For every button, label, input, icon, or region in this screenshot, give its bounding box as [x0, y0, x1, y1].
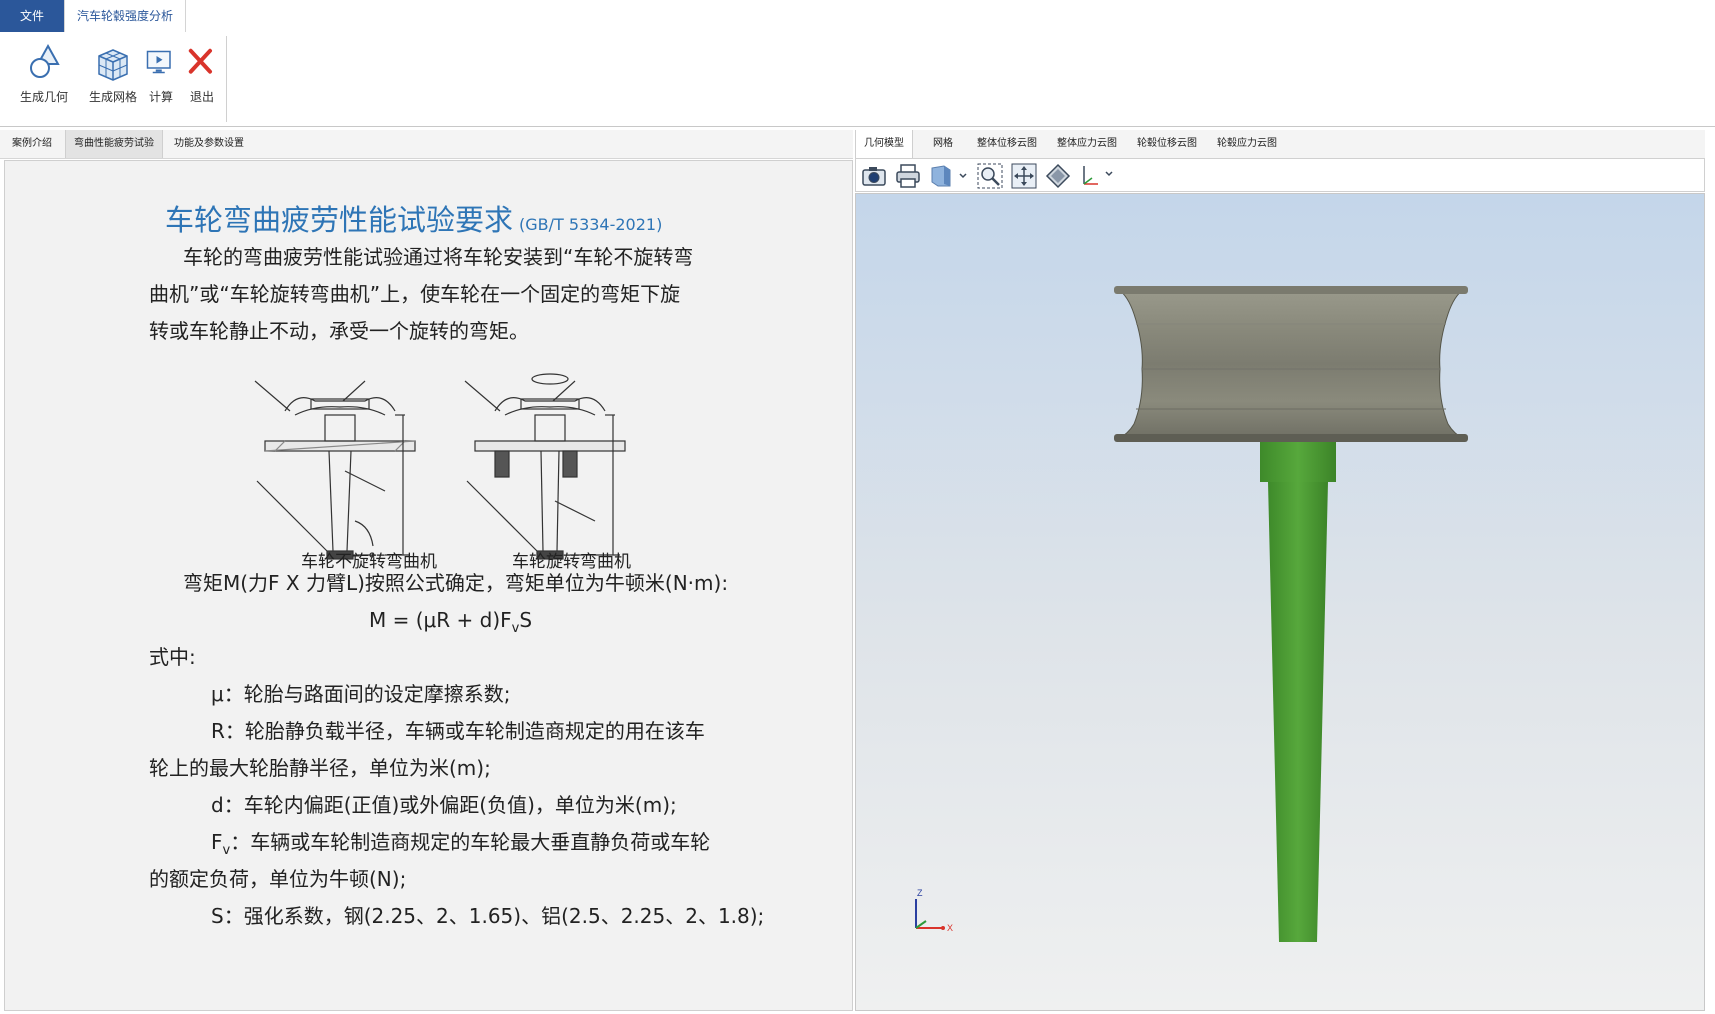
formula-suffix: S	[519, 608, 533, 632]
3d-viewport[interactable]: Z X	[855, 193, 1705, 1011]
rotating-machine-drawing	[464, 373, 626, 560]
mesh-cube-icon	[98, 49, 128, 81]
tab-wheel-analysis[interactable]: 汽车轮毂强度分析	[64, 0, 186, 33]
generate-mesh-button[interactable]: 生成网格	[82, 42, 144, 105]
camera-icon[interactable]	[860, 162, 888, 190]
view-toolbar	[855, 158, 1705, 192]
tab-case-intro[interactable]: 案例介绍	[4, 130, 60, 158]
ribbon-separator	[226, 36, 227, 122]
mu-definition: μ：轮胎与路面间的设定摩擦系数;	[211, 682, 511, 706]
monitor-play-icon	[146, 50, 171, 74]
tab-function-params[interactable]: 功能及参数设置	[166, 130, 252, 158]
view-cube-icon[interactable]	[928, 162, 972, 190]
tab-overall-displacement[interactable]: 整体位移云图	[969, 130, 1045, 158]
d-definition: d：车轮内偏距(正值)或外偏距(负值)，单位为米(m);	[211, 793, 677, 817]
generate-geometry-button[interactable]: 生成几何	[14, 42, 74, 105]
axis-triad: Z X	[915, 888, 953, 933]
tab-hub-displacement[interactable]: 轮毂位移云图	[1129, 130, 1205, 158]
rotate-icon[interactable]	[1044, 162, 1072, 190]
wheel-model[interactable]: Z X	[856, 194, 1705, 1011]
moment-description: 弯矩M(力F X 力臂L)按照公式确定，弯矩单位为牛顿米(N·m):	[183, 571, 729, 595]
close-icon	[188, 48, 212, 74]
tab-file[interactable]: 文件	[0, 0, 64, 32]
where-label: 式中:	[149, 645, 196, 669]
moment-formula: M = (μR + d)FvS	[369, 602, 532, 647]
geometry-icon	[30, 43, 60, 78]
tab-geometry-model[interactable]: 几何模型	[855, 130, 913, 158]
s-definition: S：强化系数，钢(2.25、2、1.65)、铝(2.5、2.25、2、1.8);	[211, 904, 765, 928]
axis-x-label: X	[947, 923, 953, 933]
bending-machine-figure	[254, 373, 626, 560]
formula-main: M = (μR + d)F	[369, 608, 512, 632]
right-margin	[1705, 130, 1715, 1014]
intro-line-3: 转或车轮静止不动，承受一个旋转的弯矩。	[149, 319, 529, 343]
r-definition-line-1: R：轮胎静负载半径，车辆或车轮制造商规定的用在该车	[211, 719, 705, 743]
print-icon[interactable]	[894, 162, 922, 190]
ribbon-tab-bar: 文件 汽车轮毂强度分析	[0, 0, 1715, 33]
tab-bending-fatigue[interactable]: 弯曲性能疲劳试验	[65, 130, 163, 158]
pan-icon[interactable]	[1010, 162, 1038, 190]
compute-label: 计算	[148, 90, 173, 104]
view-tab-bar: 几何模型 网格 整体位移云图 整体应力云图 轮毂位移云图 轮毂应力云图	[855, 130, 1715, 159]
axis-icon[interactable]	[1078, 162, 1118, 190]
exit-button[interactable]: 退出	[186, 42, 218, 105]
tab-overall-stress[interactable]: 整体应力云图	[1049, 130, 1125, 158]
fv-definition-line-2: 的额定负荷，单位为牛顿(N);	[149, 867, 407, 891]
r-definition-line-2: 轮上的最大轮胎静半径，单位为米(m);	[149, 756, 491, 780]
left-tab-bar: 案例介绍 弯曲性能疲劳试验 功能及参数设置	[0, 130, 853, 159]
ribbon: 生成几何 生成网格 计算 退出	[0, 32, 1715, 127]
shaft	[1260, 442, 1336, 942]
exit-label: 退出	[189, 90, 214, 104]
axis-z-label: Z	[917, 888, 923, 898]
intro-line-2: 曲机”或“车轮旋转弯曲机”上，使车轮在一个固定的弯矩下旋	[149, 282, 681, 306]
non-rotating-machine-drawing	[254, 380, 416, 560]
compute-button[interactable]: 计算	[146, 42, 176, 105]
document-title: 车轮弯曲疲劳性能试验要求 (GB/T 5334-2021)	[165, 197, 662, 239]
generate-geometry-label: 生成几何	[19, 90, 68, 104]
fv-text: ：车辆或车轮制造商规定的车轮最大垂直静负荷或车轮	[230, 830, 711, 854]
generate-mesh-label: 生成网格	[88, 90, 137, 104]
tab-mesh[interactable]: 网格	[925, 130, 961, 158]
document-title-standard: (GB/T 5334-2021)	[519, 215, 663, 234]
zoom-fit-icon[interactable]	[976, 162, 1004, 190]
fv-symbol: F	[211, 830, 223, 854]
rim	[1114, 286, 1468, 442]
tab-hub-stress[interactable]: 轮毂应力云图	[1209, 130, 1285, 158]
document-panel: 车轮弯曲疲劳性能试验要求 (GB/T 5334-2021) 车轮的弯曲疲劳性能试验…	[4, 160, 853, 1011]
document-title-text: 车轮弯曲疲劳性能试验要求	[165, 203, 514, 237]
intro-line-1: 车轮的弯曲疲劳性能试验通过将车轮安装到“车轮不旋转弯	[183, 245, 694, 269]
